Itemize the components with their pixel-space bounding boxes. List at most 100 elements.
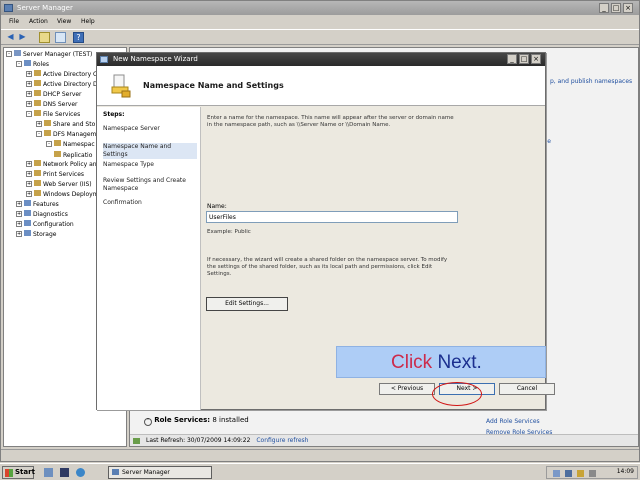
menu-help[interactable]: Help: [81, 18, 95, 25]
server-manager-titlebar: Server Manager _ □ ×: [1, 1, 639, 15]
forward-arrow-icon[interactable]: ▶: [17, 32, 28, 43]
tree-item-label: DNS Server: [43, 101, 78, 108]
tree-item[interactable]: - Server Manager (TEST): [6, 50, 92, 59]
configure-refresh-link[interactable]: Configure refresh: [256, 437, 308, 444]
up-folder-icon[interactable]: [39, 32, 50, 43]
wizard-minimize-icon[interactable]: _: [507, 54, 517, 64]
tree-item[interactable]: + Active Directory D: [26, 80, 98, 89]
tree-item[interactable]: - DFS Managem: [36, 130, 96, 139]
collapse-icon[interactable]: -: [26, 111, 32, 117]
partial-description-link[interactable]: p, and publish namespaces: [550, 78, 632, 85]
tree-item[interactable]: - Namespac: [46, 140, 95, 149]
expand-icon[interactable]: +: [36, 121, 42, 127]
tree-node-icon: [24, 60, 31, 66]
expand-icon[interactable]: +: [26, 71, 32, 77]
tree-item-label: Features: [33, 201, 59, 208]
expand-icon[interactable]: +: [26, 181, 32, 187]
callout-click-word: Click: [391, 352, 433, 373]
tree-item-label: Active Directory D: [43, 81, 98, 88]
windows-logo-icon: [5, 469, 13, 477]
wizard-title-icon: [100, 56, 108, 63]
collapse-icon[interactable]: -: [36, 131, 42, 137]
close-icon[interactable]: ×: [623, 3, 633, 13]
tree-node-icon: [54, 140, 61, 146]
tree-item[interactable]: - File Services: [26, 110, 80, 119]
tray-security-icon[interactable]: [577, 470, 584, 477]
server-manager-quicklaunch-icon[interactable]: [44, 468, 53, 477]
tree-item[interactable]: + Diagnostics: [16, 210, 68, 219]
instruction-callout: Click Next.: [336, 346, 546, 378]
tree-item-label: Replicatio: [63, 152, 93, 159]
server-manager-task-icon: [112, 469, 119, 475]
collapse-section-icon[interactable]: ˄: [144, 418, 152, 426]
expand-icon[interactable]: +: [26, 91, 32, 97]
server-manager-title: Server Manager: [17, 4, 73, 12]
tree-item[interactable]: + Windows Deploym: [26, 190, 99, 199]
tree-item-label: Diagnostics: [33, 211, 68, 218]
menu-action[interactable]: Action: [29, 18, 48, 25]
expand-icon[interactable]: +: [16, 221, 22, 227]
system-tray: 14:09: [546, 466, 638, 479]
menu-file[interactable]: File: [9, 18, 19, 25]
step-review-settings: Review Settings and Create Namespace: [103, 177, 186, 192]
wizard-close-icon[interactable]: ×: [531, 54, 541, 64]
wizard-maximize-icon[interactable]: □: [519, 54, 529, 64]
wizard-footer: < Previous Next > Cancel: [201, 383, 555, 410]
name-label: Name:: [207, 203, 227, 210]
show-hide-tree-icon[interactable]: [55, 32, 66, 43]
tree-item-label: DFS Managem: [53, 131, 97, 138]
expand-icon[interactable]: +: [26, 101, 32, 107]
tree-node-icon: [34, 100, 41, 106]
namespace-name-input[interactable]: [206, 211, 458, 223]
tree-item[interactable]: + Configuration: [16, 220, 74, 229]
expand-icon[interactable]: +: [16, 231, 22, 237]
expand-icon[interactable]: +: [26, 161, 32, 167]
collapse-icon[interactable]: -: [6, 51, 12, 57]
expand-icon[interactable]: +: [16, 211, 22, 217]
tree-item[interactable]: + DHCP Server: [26, 90, 82, 99]
add-role-services-link[interactable]: Add Role Services: [486, 418, 540, 425]
tree-item[interactable]: + DNS Server: [26, 100, 78, 109]
expand-icon[interactable]: +: [26, 81, 32, 87]
tree-item[interactable]: + Features: [16, 200, 59, 209]
tree-item-label: Roles: [33, 61, 50, 68]
next-button-highlight-ring: [432, 382, 482, 406]
start-button[interactable]: Start: [2, 466, 35, 479]
taskbar-server-manager-button[interactable]: Server Manager: [108, 466, 212, 479]
clock: 14:09: [616, 468, 634, 475]
tree-node-icon: [34, 190, 41, 196]
tree-item[interactable]: + Network Policy an: [26, 160, 97, 169]
expand-icon[interactable]: +: [16, 201, 22, 207]
help-icon[interactable]: ?: [73, 32, 84, 43]
minimize-icon[interactable]: _: [599, 3, 609, 13]
previous-button[interactable]: < Previous: [379, 383, 435, 395]
expand-icon[interactable]: +: [26, 191, 32, 197]
tree-item[interactable]: + Share and Sto: [36, 120, 95, 129]
tray-network-icon[interactable]: [565, 470, 572, 477]
role-services-count: 8 installed: [212, 416, 249, 424]
status-bar: [1, 449, 639, 461]
cancel-button[interactable]: Cancel: [499, 383, 555, 395]
collapse-icon[interactable]: -: [16, 61, 22, 67]
tree-item[interactable]: + Active Directory Ce: [26, 70, 101, 79]
powershell-quicklaunch-icon[interactable]: [60, 468, 69, 477]
collapse-icon[interactable]: -: [46, 141, 52, 147]
wizard-steps-pane: Steps: Namespace Server Namespace Name a…: [97, 107, 201, 410]
back-arrow-icon[interactable]: ◀: [5, 32, 16, 43]
tray-server-icon[interactable]: [553, 470, 560, 477]
edit-settings-button[interactable]: Edit Settings...: [206, 297, 288, 311]
tree-item[interactable]: + Web Server (IIS): [26, 180, 92, 189]
role-services-section[interactable]: ˄ Role Services: 8 installed: [144, 416, 484, 428]
tree-item[interactable]: - Roles: [16, 60, 49, 69]
menu-view[interactable]: View: [57, 18, 71, 25]
internet-explorer-icon[interactable]: [76, 468, 85, 477]
expand-icon[interactable]: +: [26, 171, 32, 177]
tray-volume-icon[interactable]: [589, 470, 596, 477]
tree-item[interactable]: + Print Services: [26, 170, 84, 179]
wizard-title: New Namespace Wizard: [113, 55, 198, 63]
tree-item[interactable]: Replicatio: [46, 150, 92, 159]
wizard-titlebar: New Namespace Wizard _ □ ×: [97, 53, 545, 66]
tree-item[interactable]: + Storage: [16, 230, 56, 239]
maximize-icon[interactable]: □: [611, 3, 621, 13]
tree-item-label: Server Manager (TEST): [23, 51, 93, 58]
